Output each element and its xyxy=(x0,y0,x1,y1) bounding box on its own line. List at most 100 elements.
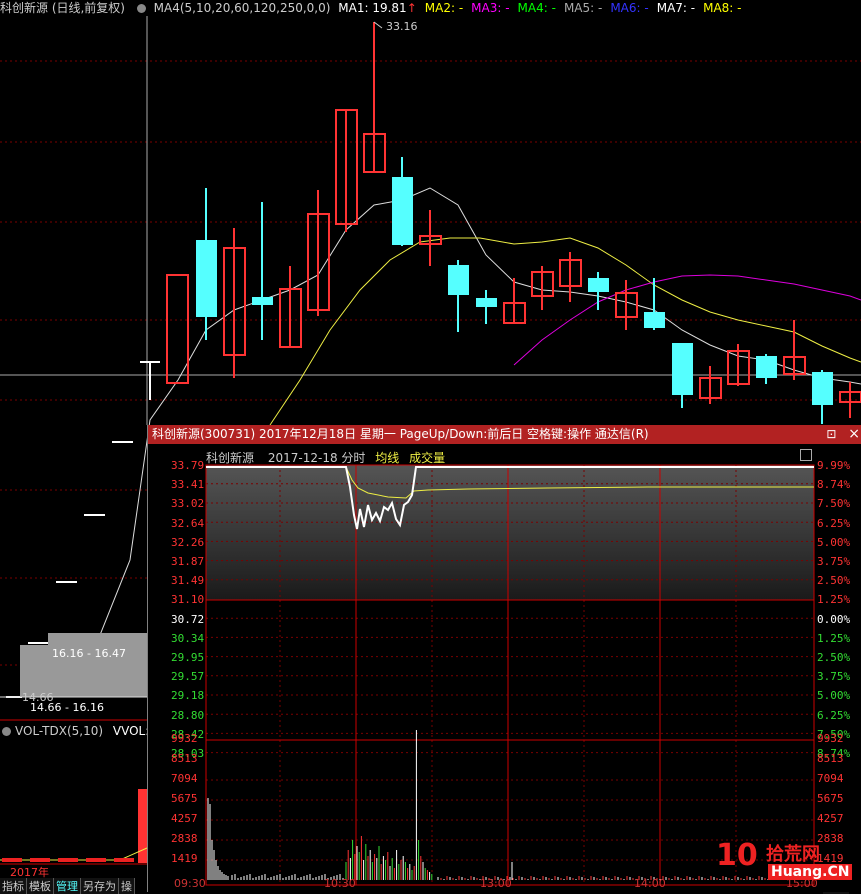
pct-tick-label: 2.50% xyxy=(817,574,851,588)
volume-panel-header: VOL-TDX(5,10) VVOL: xyxy=(0,724,149,738)
watermark-logo: 10 拾荒网 Huang.CN xyxy=(716,838,856,888)
candle xyxy=(839,382,861,418)
pct-tick-label: 2.50% xyxy=(817,651,851,664)
candle xyxy=(672,343,693,408)
time-tick-label: 13:00 xyxy=(480,877,512,890)
price-tick-label: 32.64 xyxy=(171,516,205,530)
dropdown-icon[interactable] xyxy=(136,4,146,13)
candle xyxy=(448,260,469,332)
intraday-popup[interactable]: 科创新源(300731) 2017年12月18日 星期一 PageUp/Down… xyxy=(147,425,861,892)
ma-value-3: MA3: - xyxy=(471,1,510,15)
watermark-domain: Huang.CN xyxy=(768,864,853,880)
pct-tick-label: 6.25% xyxy=(817,516,851,530)
ma-value-2: MA2: - xyxy=(424,1,464,15)
price-tick-label: 33.79 xyxy=(171,459,205,472)
volume-tick-label: 8513 xyxy=(817,752,844,765)
candle xyxy=(559,252,582,302)
price-tick-label: 29.57 xyxy=(171,670,205,684)
volume-tick-label: 9932 xyxy=(817,732,844,745)
ma-value-1: MA1: 19.81↑ xyxy=(338,1,417,15)
pct-tick-label: 3.75% xyxy=(817,555,851,568)
price-tick-label: 33.41 xyxy=(171,478,205,492)
ma-indicator-label[interactable]: MA4(5,10,20,60,120,250,0,0) xyxy=(154,1,331,15)
candle xyxy=(363,22,386,173)
volume-value-label: VVOL: xyxy=(112,724,150,738)
candle xyxy=(644,278,665,330)
volume-bar xyxy=(2,858,22,862)
pct-tick-label: 3.75% xyxy=(817,670,851,684)
volume-tick-label: 1419 xyxy=(171,852,198,865)
volume-tick-label: 7094 xyxy=(171,772,198,785)
price-tick-label: 29.18 xyxy=(171,689,205,703)
candle xyxy=(812,370,833,424)
high-price-label: 33.16 xyxy=(386,20,418,33)
high-label-arrow xyxy=(373,21,383,29)
price-tick-label: 31.10 xyxy=(171,593,205,607)
pct-tick-label: 1.25% xyxy=(817,593,851,607)
volume-tick-label: 2838 xyxy=(171,832,198,845)
volume-bar xyxy=(114,858,134,862)
dropdown-icon[interactable] xyxy=(2,727,11,736)
intraday-chart[interactable] xyxy=(148,425,861,892)
volume-tick-label: 5675 xyxy=(171,792,198,805)
price-tick-label: 32.26 xyxy=(171,535,205,549)
candle xyxy=(476,290,497,324)
candle xyxy=(699,366,722,404)
up-arrow-icon: ↑ xyxy=(406,1,417,15)
pct-tick-label: 9.99% xyxy=(817,459,851,472)
low-price-label: 14.66 xyxy=(22,691,54,704)
candle xyxy=(223,228,246,378)
ma-values: MA1: 19.81↑ MA2: - MA3: - MA4: - MA5: - MA6: … xyxy=(338,1,749,15)
volume-indicator-label[interactable]: VOL-TDX(5,10) xyxy=(15,724,103,738)
candle xyxy=(392,157,413,246)
price-tick-label: 30.34 xyxy=(171,631,205,645)
candle xyxy=(252,202,273,340)
price-tick-label: 31.87 xyxy=(171,555,205,568)
pct-tick-label: 6.25% xyxy=(817,708,851,722)
volume-bar xyxy=(86,858,106,862)
volume-bar xyxy=(58,858,78,862)
candle xyxy=(588,272,609,310)
candle xyxy=(783,320,806,380)
volume-tick-label: 7094 xyxy=(817,772,844,785)
pct-tick-label: 5.00% xyxy=(817,535,851,549)
time-tick-label: 10:30 xyxy=(324,877,356,890)
watermark-text: 拾荒网 xyxy=(766,844,820,865)
candle xyxy=(727,344,750,386)
ma-value-5: MA5: - xyxy=(563,1,603,15)
price-tick-label: 30.72 xyxy=(171,612,205,626)
price-tick-label: 33.02 xyxy=(171,497,205,511)
ma-value-8: MA8: - xyxy=(703,1,742,15)
candle xyxy=(503,278,526,324)
volume-tick-label: 8513 xyxy=(171,752,198,765)
volume-small-bars xyxy=(2,858,134,862)
chip-range-label-1: 16.16 - 16.47 xyxy=(52,647,126,660)
watermark-number: 10 xyxy=(716,838,758,873)
price-tick-label: 31.49 xyxy=(171,574,205,588)
ma-value-6: MA6: - xyxy=(610,1,649,15)
candle xyxy=(307,190,330,316)
candle xyxy=(279,266,302,348)
ma-value-4: MA4: - xyxy=(517,1,556,15)
pct-tick-label: 5.00% xyxy=(817,689,851,703)
ma-line-yellow xyxy=(269,237,861,426)
stock-title[interactable]: 科创新源 (日线,前复权) xyxy=(0,1,125,15)
candle xyxy=(419,210,442,266)
pct-tick-label: 1.25% xyxy=(817,631,851,645)
ma-value-7: MA7: - xyxy=(656,1,696,15)
chart-header: 科创新源 (日线,前复权) MA4(5,10,20,60,120,250,0,0… xyxy=(0,0,754,16)
volume-tick-label: 4257 xyxy=(817,812,844,825)
candle xyxy=(335,109,358,232)
time-tick-label: 09:30 xyxy=(174,877,206,890)
bottom-tabs: 指标 模板 管理 另存为操 xyxy=(0,878,135,894)
crosshair-marker xyxy=(140,361,160,400)
pct-tick-label: 7.50% xyxy=(817,497,851,511)
chip-range-box xyxy=(48,633,147,645)
price-tick-label: 28.80 xyxy=(171,708,205,722)
candle xyxy=(196,188,217,340)
volume-tick-label: 5675 xyxy=(817,792,844,805)
price-tick-label: 29.95 xyxy=(171,651,205,664)
time-tick-label: 14:00 xyxy=(634,877,666,890)
volume-bar xyxy=(30,858,50,862)
pct-tick-label: 8.74% xyxy=(817,478,851,492)
